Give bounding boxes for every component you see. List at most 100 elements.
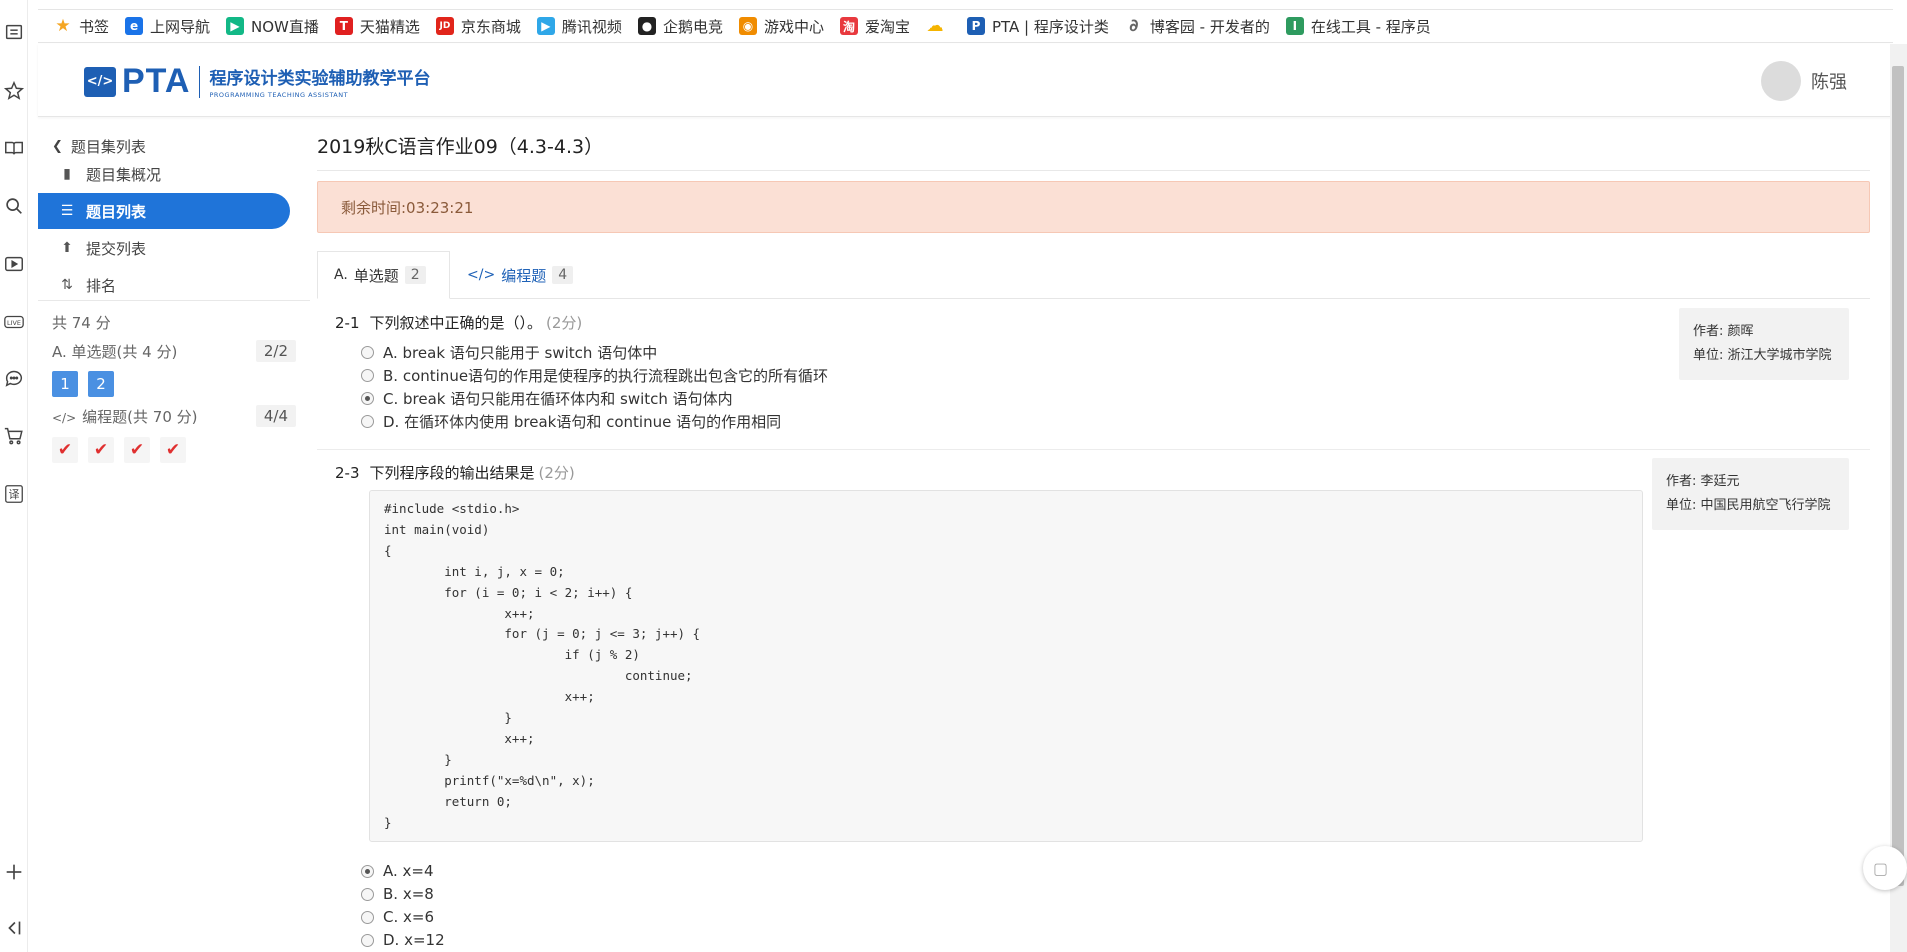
option-2-1-a[interactable]: A. break 语句只能用于 switch 语句体中	[361, 342, 657, 363]
bookmark-item[interactable]: T 天猫精选	[334, 16, 420, 37]
problem-set-sidebar: ❮ 题目集列表 ▮ 题目集概况 ☰ 题目列表 ⬆ 提交列表 ⇅ 排名 共 74 …	[38, 118, 310, 952]
tencent-video-icon: ▶	[536, 17, 555, 35]
sidebar-item-ranking[interactable]: ⇅ 排名	[38, 267, 290, 303]
pta-logo[interactable]: </> PTA 程序设计类实验辅助教学平台 PROGRAMMING TEACHI…	[84, 62, 430, 101]
feedback-float-button[interactable]: ▢	[1863, 846, 1907, 890]
bookmark-item[interactable]: P PTA | 程序设计类	[966, 16, 1109, 37]
live-icon[interactable]: LIVE	[0, 308, 28, 336]
bookmark-label: 上网导航	[150, 17, 211, 36]
sidebar-item-label: 排名	[86, 276, 117, 295]
bookmarks-bar: ★ 书签 e 上网导航 ▶ NOW直播 T 天猫精选 JD 京东商城 ▶ 腾讯视频 ● 企鹅电竞 ◉ 游戏中心…	[38, 9, 1893, 43]
radio-button[interactable]	[361, 887, 374, 901]
group-single-choice[interactable]: A. 单选题(共 4 分) 2/2	[52, 338, 296, 364]
option-2-3-b[interactable]: B. x=8	[361, 885, 434, 903]
tab-single-choice[interactable]: A. 单选题 2	[317, 251, 450, 299]
total-score: 共 74 分	[52, 314, 111, 332]
platform-title: 程序设计类实验辅助教学平台	[209, 69, 431, 89]
page-scrollbar[interactable]	[1890, 44, 1907, 952]
bookmark-label: 京东商城	[460, 17, 521, 36]
problem-chip[interactable]: 2	[88, 371, 114, 397]
search-icon[interactable]	[0, 192, 28, 220]
check-icon[interactable]: ✔	[160, 437, 186, 463]
code-block: #include <stdio.h> int main(void) { int …	[369, 490, 1643, 842]
logo-text: PTA	[122, 62, 191, 100]
question-header: 2-3 下列程序段的输出结果是 (2分)	[335, 462, 575, 483]
option-label: D. 在循环体内使用 break语句和 continue 语句的作用相同	[383, 413, 782, 431]
radio-button[interactable]	[361, 346, 374, 359]
radio-button[interactable]	[361, 933, 374, 947]
bookmark-item[interactable]: JD 京东商城	[435, 16, 521, 37]
user-menu[interactable]: 陈强	[1761, 61, 1847, 101]
author-unit: 单位: 中国民用航空飞行学院	[1666, 498, 1831, 513]
book-icon: ▮	[63, 166, 71, 182]
bookmark-label: 企鹅电竞	[662, 17, 723, 36]
bookmark-item[interactable]: ▶ 腾讯视频	[536, 16, 622, 37]
user-name[interactable]: 陈强	[1811, 68, 1847, 94]
bookmark-item[interactable]: ▶ NOW直播	[226, 16, 319, 37]
scrollbar-thumb[interactable]	[1892, 66, 1904, 886]
video-icon[interactable]	[0, 250, 28, 278]
problem-chip[interactable]: 1	[52, 371, 78, 397]
svg-text:LIVE: LIVE	[7, 319, 21, 327]
check-icon[interactable]: ✔	[88, 437, 114, 463]
option-2-1-d[interactable]: D. 在循环体内使用 break语句和 continue 语句的作用相同	[361, 411, 781, 432]
bookmark-item[interactable]: I 在线工具 - 程序员	[1285, 16, 1431, 37]
now-icon: ▶	[226, 17, 245, 35]
radio-button[interactable]	[361, 392, 374, 405]
collapse-sidebar-icon[interactable]	[0, 914, 28, 942]
bookmark-label: 游戏中心	[763, 17, 824, 36]
question-2-3: 2-3 下列程序段的输出结果是 (2分)	[335, 462, 575, 483]
author-name: 作者: 李廷元	[1666, 474, 1740, 489]
tab-label: 单选题	[353, 266, 399, 285]
option-2-3-d[interactable]: D. x=12	[361, 931, 445, 949]
chevron-left-icon: ❮	[52, 139, 63, 154]
radio-button[interactable]	[361, 864, 374, 878]
option-2-3-a[interactable]: A. x=4	[361, 862, 434, 880]
check-icon[interactable]: ✔	[124, 437, 150, 463]
check-icon[interactable]: ✔	[52, 437, 78, 463]
group-programming[interactable]: </> 编程题(共 70 分) 4/4	[52, 403, 296, 429]
question-text: 下列程序段的输出结果是	[369, 464, 535, 482]
sidebar-item-submissions[interactable]: ⬆ 提交列表	[38, 230, 290, 266]
reading-list-icon[interactable]	[0, 18, 28, 46]
main-content: 2019秋C语言作业09（4.3-4.3） 剩余时间:03:23:21 A. 单…	[317, 118, 1870, 952]
group-label: 编程题(共 70 分)	[82, 407, 198, 426]
question-number: 2-1	[335, 313, 360, 332]
book-icon[interactable]	[0, 134, 28, 162]
option-label: D. x=12	[383, 931, 445, 949]
translate-icon[interactable]: 译	[0, 480, 28, 508]
tab-programming[interactable]: </> 编程题 4	[451, 251, 589, 299]
sidebar-item-overview[interactable]: ▮ 题目集概况	[38, 156, 290, 192]
tab-prefix: A.	[334, 267, 348, 283]
avatar[interactable]	[1761, 61, 1801, 101]
radio-button[interactable]	[361, 415, 374, 428]
favorites-icon[interactable]	[0, 77, 28, 105]
option-2-1-b[interactable]: B. continue语句的作用是使程序的执行流程跳出包含它的所有循环	[361, 365, 828, 386]
radio-button[interactable]	[361, 910, 374, 924]
tool-icon: I	[1285, 17, 1304, 35]
bookmark-item[interactable]: ◉ 游戏中心	[738, 16, 824, 37]
tab-count: 2	[404, 266, 426, 284]
sidebar-item-problem-list[interactable]: ☰ 题目列表	[38, 193, 290, 229]
radio-button[interactable]	[361, 369, 374, 382]
programming-chips: ✔ ✔ ✔ ✔	[52, 437, 196, 463]
sort-icon: ⇅	[61, 277, 73, 293]
chat-icon[interactable]	[0, 364, 28, 392]
bookmark-item[interactable]: ∂ 博客园 - 开发者的	[1125, 16, 1270, 37]
option-label: A. x=4	[383, 862, 434, 880]
bookmark-item[interactable]: ☁	[926, 16, 951, 36]
bookmark-item[interactable]: e 上网导航	[125, 16, 210, 37]
back-to-problem-sets-link[interactable]: ❮ 题目集列表	[52, 136, 146, 157]
bookmark-item[interactable]: ● 企鹅电竞	[637, 16, 723, 37]
code-icon-label-wrap: </> 编程题(共 70 分)	[52, 406, 197, 427]
tab-count: 4	[552, 266, 574, 284]
bookmark-item[interactable]: ★ 书签	[54, 16, 109, 37]
add-icon[interactable]	[0, 858, 28, 886]
option-2-1-c[interactable]: C. break 语句只能用在循环体内和 switch 语句体内	[361, 388, 733, 409]
logo-mark-icon: </>	[84, 66, 116, 97]
code-icon: </>	[467, 267, 496, 283]
bookmark-label: 在线工具 - 程序员	[1310, 17, 1431, 36]
cart-icon[interactable]	[0, 422, 28, 450]
bookmark-item[interactable]: 淘爱淘宝	[839, 16, 910, 37]
option-2-3-c[interactable]: C. x=6	[361, 908, 434, 926]
